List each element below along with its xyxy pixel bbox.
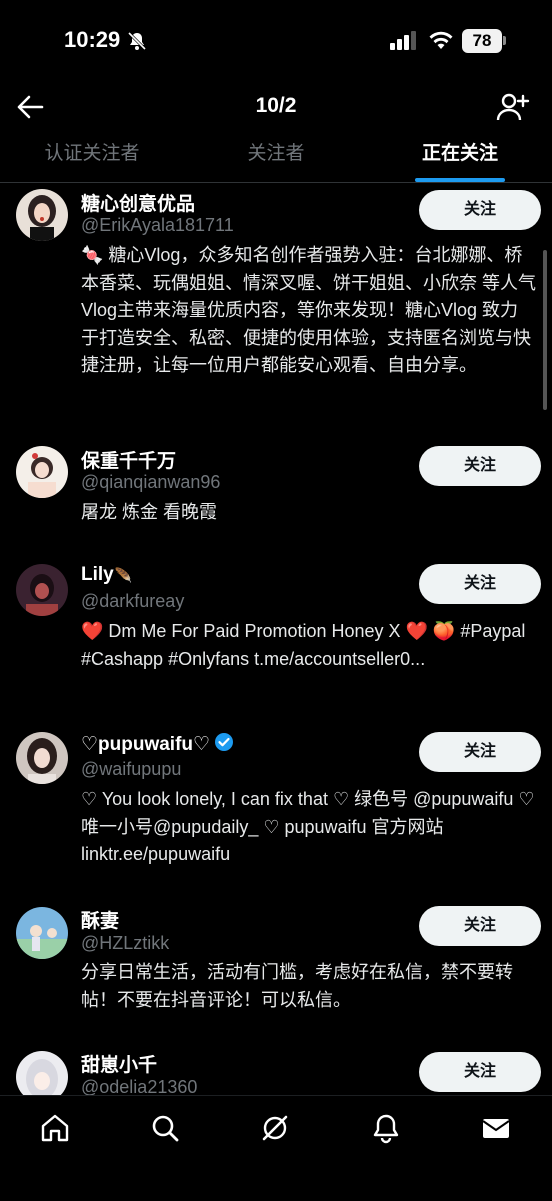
add-user-icon[interactable] xyxy=(496,92,530,127)
avatar[interactable] xyxy=(16,907,68,959)
verified-badge-icon xyxy=(214,732,234,758)
user-name[interactable]: ♡pupuwaifu♡ xyxy=(81,732,234,758)
avatar[interactable] xyxy=(16,446,68,498)
user-handle[interactable]: @HZLztikk xyxy=(81,933,169,954)
avatar[interactable] xyxy=(16,189,68,241)
tab-verified-followers[interactable]: 认证关注者 xyxy=(0,132,184,182)
notifications-bell-icon[interactable] xyxy=(370,1112,402,1144)
bottom-navigation xyxy=(0,1095,552,1201)
user-bio: 🍬 糖心Vlog，众多知名创作者强势入驻：台北娜娜、桥本香菜、玩偶姐姐、情深叉喔… xyxy=(81,245,536,375)
tab-label: 正在关注 xyxy=(421,143,498,164)
user-handle[interactable]: @ErikAyala181711 xyxy=(81,215,234,236)
user-bio: 屠龙 炼金 看晚霞 xyxy=(81,502,218,522)
user-row[interactable]: 糖心创意优品 @ErikAyala181711 关注 🍬 糖心Vlog，众多知名… xyxy=(0,183,552,423)
avatar[interactable] xyxy=(16,564,68,616)
top-bar: 10/2 xyxy=(0,84,552,130)
status-time: 10:29 xyxy=(64,27,121,52)
avatar[interactable] xyxy=(16,732,68,784)
tab-bar: 认证关注者 关注者 正在关注 xyxy=(0,132,552,183)
tab-label: 认证关注者 xyxy=(44,143,140,164)
bell-muted-icon xyxy=(126,30,148,57)
battery-level: 78 xyxy=(462,29,502,53)
user-name-text: Lily xyxy=(81,564,114,585)
follow-button[interactable]: 关注 xyxy=(419,906,541,946)
wifi-icon xyxy=(428,30,454,55)
user-row[interactable]: 酥妻 @HZLztikk 关注 分享日常生活，活动有门槛，考虑好在私信，禁不要转… xyxy=(0,904,552,1024)
home-icon[interactable] xyxy=(39,1112,71,1144)
user-handle[interactable]: @qianqianwan96 xyxy=(81,472,220,493)
page-title: 10/2 xyxy=(255,94,297,117)
follow-button[interactable]: 关注 xyxy=(419,446,541,486)
user-name[interactable]: 保重千千万 xyxy=(81,446,176,473)
scrollbar-thumb[interactable] xyxy=(543,250,547,410)
user-name-text: ♡pupuwaifu♡ xyxy=(81,734,211,755)
messages-envelope-icon[interactable] xyxy=(480,1112,512,1144)
user-bio: ❤️ Dm Me For Paid Promotion Honey X ❤️ 🍑… xyxy=(81,621,526,669)
tab-following[interactable]: 正在关注 xyxy=(368,132,552,182)
user-handle[interactable]: @waifupupu xyxy=(81,759,181,780)
user-row[interactable]: 甜崽小千 @odelia21360 关注 xyxy=(0,1048,552,1103)
feather-icon: 🪶 xyxy=(114,567,133,583)
follow-button[interactable]: 关注 xyxy=(419,564,541,604)
user-bio: 分享日常生活，活动有门槛，考虑好在私信，禁不要转帖！不要在抖音评论！可以私信。 xyxy=(81,962,513,1010)
grok-icon[interactable] xyxy=(259,1112,291,1144)
user-bio: ♡ You look lonely, I can fix that ♡ 绿色号 … xyxy=(81,789,535,864)
user-name[interactable]: 甜崽小千 xyxy=(81,1050,157,1077)
user-name[interactable]: 糖心创意优品 xyxy=(81,189,195,216)
cellular-signal-icon xyxy=(390,30,418,55)
follow-button[interactable]: 关注 xyxy=(419,190,541,230)
user-row[interactable]: Lily🪶 @darkfureay 关注 ❤️ Dm Me For Paid P… xyxy=(0,559,552,699)
active-tab-indicator xyxy=(415,178,505,182)
status-bar: 10:29 78 xyxy=(0,0,552,84)
user-handle[interactable]: @darkfureay xyxy=(81,591,184,612)
user-name[interactable]: Lily🪶 xyxy=(81,564,132,586)
search-icon[interactable] xyxy=(149,1112,181,1144)
user-row[interactable]: ♡pupuwaifu♡ @waifupupu 关注 ♡ You look lon… xyxy=(0,727,552,867)
user-row[interactable]: 保重千千万 @qianqianwan96 关注 屠龙 炼金 看晚霞 xyxy=(0,440,552,530)
user-name[interactable]: 酥妻 xyxy=(81,906,119,933)
tab-followers[interactable]: 关注者 xyxy=(184,132,368,182)
tab-label: 关注者 xyxy=(247,143,305,164)
follow-button[interactable]: 关注 xyxy=(419,732,541,772)
follow-button[interactable]: 关注 xyxy=(419,1052,541,1092)
battery-cap xyxy=(503,36,506,45)
